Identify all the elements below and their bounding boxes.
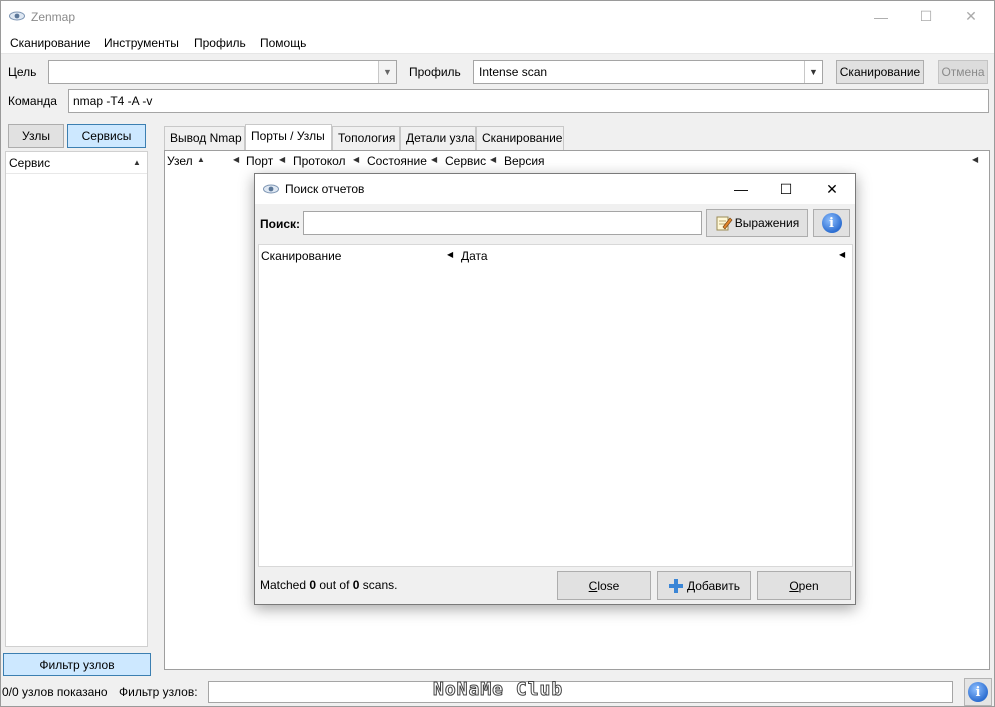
chevron-down-icon[interactable]: ▼ <box>378 61 396 83</box>
tab-scans[interactable]: Сканирование <box>476 126 564 150</box>
sort-up-icon: ▲ <box>197 155 205 164</box>
tab-host-details[interactable]: Детали узла <box>400 126 476 150</box>
column-protocol[interactable]: Протокол <box>293 154 346 168</box>
hosts-button[interactable]: Узлы <box>8 124 64 148</box>
sort-left-icon: ◀ <box>839 250 846 259</box>
sort-left-icon: ◀ <box>972 155 979 164</box>
sort-up-icon: ▲ <box>133 158 141 167</box>
matched-suffix: scans. <box>359 578 398 592</box>
search-input[interactable] <box>303 211 702 235</box>
dialog-title: Поиск отчетов <box>285 182 365 196</box>
command-label: Команда <box>8 94 57 108</box>
sort-left-icon: ◀ <box>233 155 240 164</box>
dialog-title-bar: Поиск отчетов — ☐ ✕ <box>255 174 855 204</box>
eye-icon <box>9 11 25 21</box>
command-value: nmap -T4 -A -v <box>73 94 153 108</box>
tab-ports-hosts[interactable]: Порты / Узлы <box>245 124 332 150</box>
add-label: Добавить <box>686 578 741 593</box>
sort-left-icon: ◀ <box>490 155 497 164</box>
open-label: Open <box>789 578 819 593</box>
menu-help[interactable]: Помощь <box>260 36 306 50</box>
minimize-icon[interactable]: — <box>858 1 904 32</box>
matched-prefix: Matched <box>260 578 310 592</box>
services-list-header[interactable]: Сервис ▲ <box>6 152 147 174</box>
column-version[interactable]: Версия <box>504 154 545 168</box>
window-title: Zenmap <box>31 10 76 24</box>
watermark: NoNaMe Club <box>432 679 564 701</box>
tab-nmap-output[interactable]: Вывод Nmap <box>164 126 245 150</box>
scan-button[interactable]: Сканирование <box>836 60 924 84</box>
title-bar: Zenmap — ☐ ✕ <box>1 1 994 32</box>
open-button[interactable]: Open <box>757 571 851 600</box>
hosts-shown-status: 0/0 узлов показано <box>2 685 108 699</box>
column-date[interactable]: Дата <box>461 249 488 263</box>
target-label: Цель <box>8 65 37 79</box>
sort-left-icon: ◀ <box>447 250 454 259</box>
profile-combo[interactable]: Intense scan ▼ <box>473 60 823 84</box>
maximize-icon[interactable]: ☐ <box>903 1 949 32</box>
search-reports-dialog: Поиск отчетов — ☐ ✕ Поиск: Выражения i С… <box>254 173 856 605</box>
menu-scan[interactable]: Сканирование <box>10 36 90 50</box>
cancel-button[interactable]: Отмена <box>938 60 988 84</box>
sort-left-icon: ◀ <box>279 155 286 164</box>
close-icon[interactable]: ✕ <box>809 174 855 204</box>
menu-tools[interactable]: Инструменты <box>104 36 179 50</box>
eye-icon <box>263 184 279 194</box>
close-label: Close <box>588 578 620 593</box>
expressions-button[interactable]: Выражения <box>706 209 808 237</box>
pencil-note-icon <box>716 216 733 231</box>
profile-value: Intense scan <box>479 65 548 79</box>
info-icon: i <box>821 213 842 233</box>
column-state[interactable]: Состояние <box>367 154 427 168</box>
expressions-label: Выражения <box>734 216 800 230</box>
column-scan[interactable]: Сканирование <box>261 249 341 263</box>
chevron-down-icon[interactable]: ▼ <box>804 61 822 83</box>
close-button[interactable]: Close <box>557 571 651 600</box>
scan-results-list[interactable]: Сканирование ◀ Дата ◀ <box>258 244 853 567</box>
sort-left-icon: ◀ <box>431 155 438 164</box>
search-label: Поиск: <box>260 217 301 231</box>
target-combo[interactable]: ▼ <box>48 60 397 84</box>
minimize-icon[interactable]: — <box>718 174 764 204</box>
matched-status: Matched 0 out of 0 scans. <box>260 578 397 592</box>
command-input[interactable]: nmap -T4 -A -v <box>68 89 989 113</box>
info-button[interactable]: i <box>964 678 992 706</box>
column-service[interactable]: Сервис <box>445 154 486 168</box>
profile-label: Профиль <box>409 65 461 79</box>
maximize-icon[interactable]: ☐ <box>763 174 809 204</box>
host-filter-input[interactable] <box>208 681 953 703</box>
host-filter-button[interactable]: Фильтр узлов <box>3 653 151 676</box>
close-icon[interactable]: ✕ <box>948 1 994 32</box>
matched-mid: out of <box>316 578 353 592</box>
menu-profile[interactable]: Профиль <box>194 36 246 50</box>
services-list[interactable]: Сервис ▲ <box>5 151 148 647</box>
column-host[interactable]: Узел <box>167 154 193 168</box>
sort-left-icon: ◀ <box>353 155 360 164</box>
column-port[interactable]: Порт <box>246 154 273 168</box>
service-column-header[interactable]: Сервис <box>9 156 50 170</box>
info-icon: i <box>968 682 988 702</box>
add-button[interactable]: Добавить <box>657 571 751 600</box>
services-button[interactable]: Сервисы <box>67 124 146 148</box>
tab-topology[interactable]: Топология <box>332 126 400 150</box>
plus-icon <box>668 578 683 593</box>
host-filter-label: Фильтр узлов: <box>119 685 198 699</box>
menu-bar: Сканирование Инструменты Профиль Помощь <box>1 32 994 54</box>
dialog-info-button[interactable]: i <box>813 209 850 237</box>
